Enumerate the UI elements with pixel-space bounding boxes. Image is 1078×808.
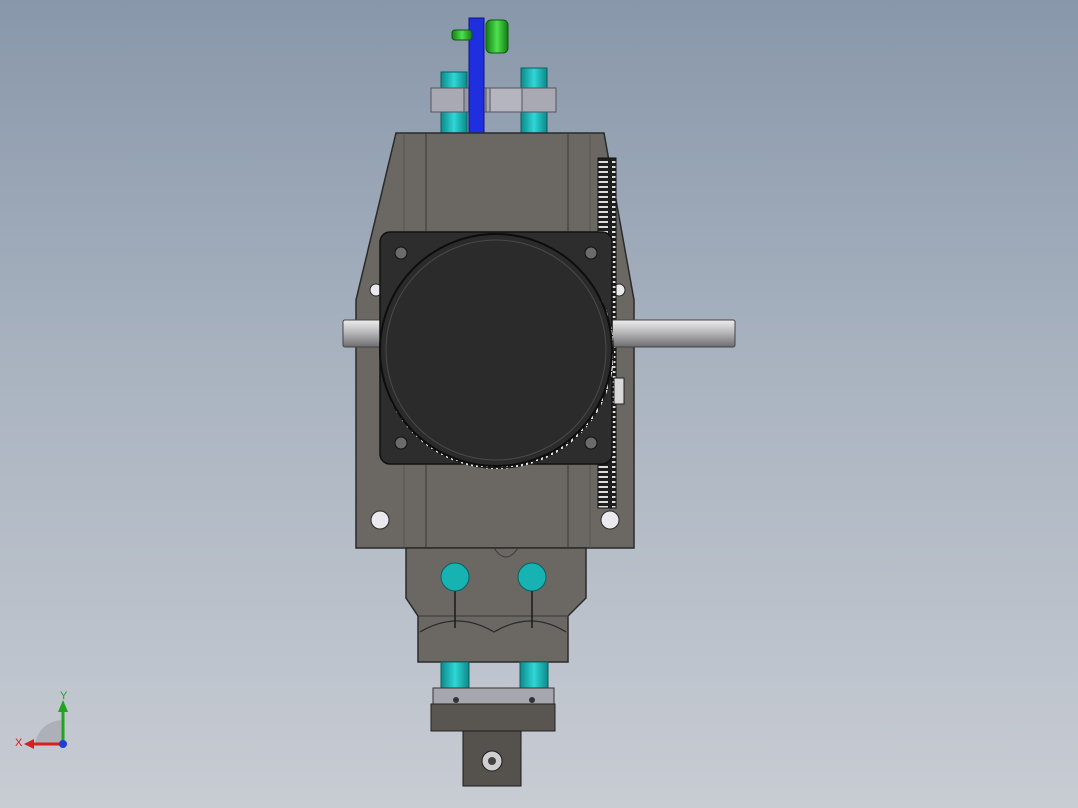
y-axis-label: Y (60, 690, 68, 702)
motor-body (379, 233, 613, 467)
orientation-triad[interactable]: Y X (15, 690, 68, 749)
cad-viewport[interactable]: Y X (0, 0, 1078, 808)
motor-indicator (613, 377, 625, 405)
z-axis-dot (59, 740, 67, 748)
assembly-drawing: Y X (15, 17, 736, 787)
lower-slide-block (405, 547, 587, 663)
top-clamp-block (430, 87, 557, 113)
bottom-square-fitting (462, 730, 522, 787)
bottom-clamp-block (430, 687, 556, 732)
x-axis-label: X (15, 737, 23, 749)
